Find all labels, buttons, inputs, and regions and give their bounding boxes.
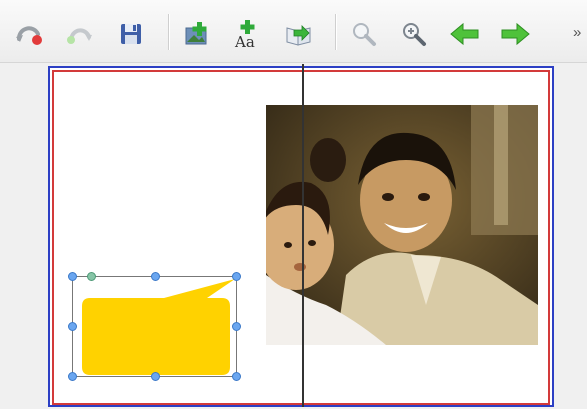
resize-handle-right[interactable] [232, 322, 241, 331]
arrow-left-icon [450, 22, 479, 46]
rotate-handle[interactable] [87, 272, 96, 281]
resize-handle-top[interactable] [151, 272, 160, 281]
add-text-glyph: Aa [234, 33, 255, 49]
book-page-spread[interactable] [48, 64, 554, 407]
photo-frame[interactable] [266, 105, 538, 345]
save-button[interactable] [114, 17, 148, 51]
undo-icon [16, 26, 42, 45]
toolbar: Aa » [0, 0, 587, 63]
page-spine-line [302, 64, 304, 407]
speech-bubble[interactable] [72, 276, 237, 377]
editor-canvas[interactable] [0, 63, 587, 409]
toolbar-separator [168, 14, 170, 50]
arrow-right-icon [501, 22, 530, 46]
next-page-button[interactable] [498, 17, 532, 51]
resize-handle-left[interactable] [68, 322, 77, 331]
resize-handle-bottom[interactable] [151, 372, 160, 381]
resize-handle-bottom-left[interactable] [68, 372, 77, 381]
save-icon [121, 24, 141, 44]
resize-handle-top-right[interactable] [232, 272, 241, 281]
page-safe-area [52, 70, 550, 405]
add-text-button[interactable]: Aa [230, 17, 264, 51]
import-book-icon [286, 25, 311, 46]
zoom-out-button[interactable] [347, 17, 381, 51]
resize-handle-bottom-right[interactable] [232, 372, 241, 381]
toolbar-separator [335, 14, 337, 50]
import-button[interactable] [282, 17, 316, 51]
add-image-button[interactable] [180, 17, 214, 51]
undo-button[interactable] [12, 17, 46, 51]
redo-button[interactable] [62, 17, 96, 51]
zoom-in-icon [403, 23, 426, 46]
previous-page-button[interactable] [448, 17, 482, 51]
add-text-icon: Aa [234, 20, 255, 49]
speech-bubble-selection[interactable] [68, 272, 241, 381]
resize-handle-top-left[interactable] [68, 272, 77, 281]
children-photo [266, 105, 538, 345]
toolbar-overflow-button[interactable]: » [573, 24, 581, 41]
redo-icon [67, 28, 92, 44]
add-image-icon [185, 22, 207, 45]
zoom-in-button[interactable] [397, 17, 431, 51]
zoom-out-icon [353, 23, 376, 46]
